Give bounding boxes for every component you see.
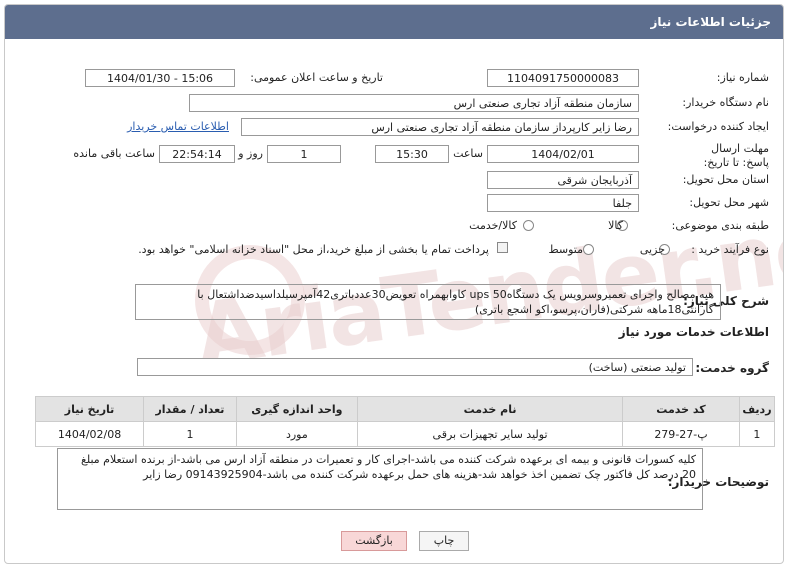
creator-field: رضا زایر کارپرداز سازمان منطقه آزاد تجار… <box>241 118 639 136</box>
deadline-label: مهلت ارسال پاسخ: تا تاریخ: <box>703 142 769 169</box>
col-service-name: نام خدمت <box>356 396 624 422</box>
need-details-panel: جزئیات اطلاعات نیاز AriaTender.net شماره… <box>4 4 784 564</box>
service-group-label: گروه خدمت: <box>695 361 769 375</box>
buyer-org-field: سازمان منطقه آزاد تجاری صنعتی ارس <box>189 94 639 112</box>
col-row: ردیف <box>738 396 776 422</box>
category-option-goods: کالا <box>608 219 623 232</box>
announce-label: تاریخ و ساعت اعلان عمومی: <box>250 71 383 84</box>
process-option-minor: جزیی <box>639 243 665 256</box>
creator-label: ایجاد کننده درخواست: <box>667 120 769 133</box>
announce-field: 1404/01/30 - 15:06 <box>85 69 235 87</box>
remaining-label: ساعت باقی مانده <box>73 147 155 160</box>
col-need-date: تاریخ نیاز <box>34 396 145 422</box>
back-button[interactable]: بازگشت <box>341 531 407 551</box>
table-row: 1 پ-27-279 تولید سایر تجهیزات برقی مورد … <box>34 421 776 447</box>
table-header-row: ردیف کد خدمت نام خدمت واحد اندازه گیری ت… <box>34 396 776 422</box>
need-number-label: شماره نیاز: <box>716 71 769 84</box>
col-service-code: کد خدمت <box>622 396 740 422</box>
buyer-notes-text: کلیه کسورات قانونی و بیمه ای برعهده شرکت… <box>57 448 703 510</box>
deadline-time-label: ساعت <box>453 147 483 160</box>
remaining-time-field: 22:54:14 <box>159 145 235 163</box>
panel-title: جزئیات اطلاعات نیاز <box>650 15 771 29</box>
panel-header: جزئیات اطلاعات نیاز <box>5 5 783 39</box>
category-label: طبقه بندی موضوعی: <box>671 219 769 232</box>
buyer-org-label: نام دستگاه خریدار: <box>682 96 769 109</box>
treasury-note: پرداخت تمام یا بخشی از مبلغ خرید،از محل … <box>138 243 489 256</box>
category-option-goods-service: کالا/خدمت <box>469 219 517 232</box>
category-radio-goods-service[interactable] <box>523 220 534 231</box>
print-button[interactable]: چاپ <box>419 531 469 551</box>
city-label: شهر محل تحویل: <box>689 196 769 209</box>
cell-quantity: 1 <box>143 421 237 447</box>
services-section-title: اطلاعات خدمات مورد نیاز <box>618 325 769 339</box>
col-quantity: تعداد / مقدار <box>143 396 237 422</box>
buyer-contact-link[interactable]: اطلاعات تماس خریدار <box>127 120 229 133</box>
days-remaining-field: 1 <box>267 145 341 163</box>
services-table: ردیف کد خدمت نام خدمت واحد اندازه گیری ت… <box>34 396 776 447</box>
cell-service-code: پ-27-279 <box>622 421 740 447</box>
province-label: استان محل تحویل: <box>682 173 769 186</box>
cell-row: 1 <box>738 421 776 447</box>
deadline-time-field: 15:30 <box>375 145 449 163</box>
days-label: روز و <box>238 147 263 160</box>
deadline-date-field: 1404/02/01 <box>487 145 639 163</box>
province-field: آذربایجان شرقی <box>487 171 639 189</box>
cell-service-name: تولید سایر تجهیزات برقی <box>356 421 624 447</box>
col-unit: واحد اندازه گیری <box>235 396 358 422</box>
process-option-medium: متوسط <box>548 243 583 256</box>
service-group-field: تولید صنعتی (ساخت) <box>137 358 693 376</box>
process-radio-medium[interactable] <box>583 244 594 255</box>
cell-need-date: 1404/02/08 <box>34 421 145 447</box>
need-number-field: 1104091750000083 <box>487 69 639 87</box>
cell-unit: مورد <box>235 421 358 447</box>
process-label: نوع فرآیند خرید : <box>691 243 769 256</box>
description-text: هیه مصالح واجرای تعمیروسرویس یک دستگاهup… <box>135 284 721 320</box>
treasury-checkbox[interactable] <box>497 242 508 253</box>
city-field: جلفا <box>487 194 639 212</box>
